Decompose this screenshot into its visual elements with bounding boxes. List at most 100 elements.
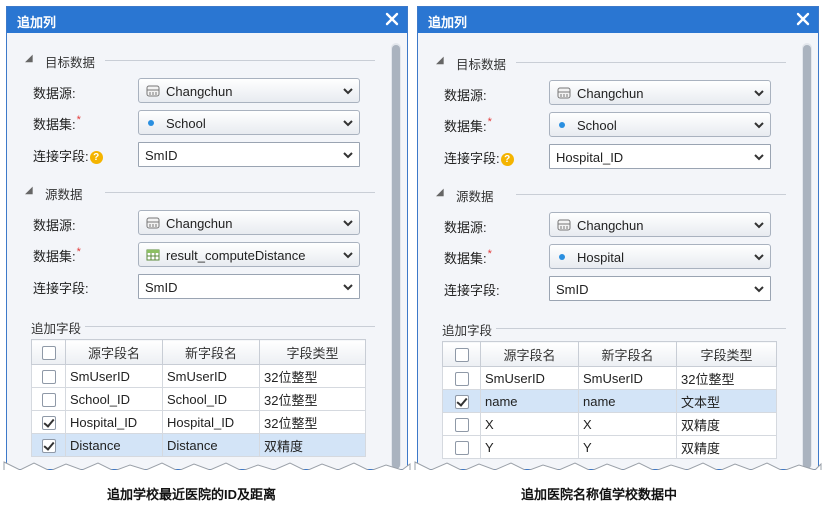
source-datasource-label: 数据源:	[33, 218, 76, 233]
new-field-cell[interactable]: X	[578, 412, 677, 436]
source-field-cell[interactable]: Y	[480, 435, 579, 459]
vertical-scrollbar[interactable]	[802, 43, 812, 469]
source-field-cell[interactable]: Hospital_ID	[65, 410, 163, 434]
collapse-arrow-icon[interactable]: ◢	[436, 187, 444, 198]
row-checkbox[interactable]	[41, 415, 56, 430]
field-type-cell[interactable]: 双精度	[259, 433, 366, 457]
field-type-cell[interactable]: 32位整型	[259, 387, 366, 411]
row-checkbox-cell[interactable]	[442, 389, 481, 413]
row-checkbox-cell[interactable]	[31, 364, 66, 388]
table-row[interactable]: name name 文本型	[442, 389, 777, 413]
new-field-cell[interactable]: Hospital_ID	[162, 410, 260, 434]
target-data-section[interactable]: ◢ 目标数据	[25, 52, 375, 71]
new-field-cell[interactable]: School_ID	[162, 387, 260, 411]
table-row[interactable]: School_ID School_ID 32位整型	[31, 387, 366, 411]
source-field-cell[interactable]: SmUserID	[480, 366, 579, 390]
column-header-field-type[interactable]: 字段类型	[676, 341, 777, 367]
target-join-field-label: 连接字段:?	[33, 146, 103, 165]
select-all-header[interactable]	[442, 341, 481, 367]
row-checkbox-cell[interactable]	[31, 433, 66, 457]
field-type-cell[interactable]: 双精度	[676, 435, 777, 459]
row-checkbox[interactable]	[41, 369, 56, 384]
select-all-header[interactable]	[31, 339, 66, 365]
source-data-section[interactable]: ◢ 源数据	[436, 186, 786, 205]
close-icon[interactable]	[383, 10, 401, 28]
target-data-section[interactable]: ◢ 目标数据	[436, 54, 786, 73]
row-checkbox[interactable]	[454, 440, 469, 455]
source-datasource-combo[interactable]: Changchun	[138, 210, 360, 235]
select-all-checkbox[interactable]	[41, 345, 56, 360]
row-checkbox[interactable]	[41, 392, 56, 407]
required-asterisk: *	[487, 116, 492, 128]
field-type-cell[interactable]: 32位整型	[259, 410, 366, 434]
table-row[interactable]: Y Y 双精度	[442, 435, 777, 459]
source-join-field-label: 连接字段:	[444, 283, 500, 298]
table-row[interactable]: SmUserID SmUserID 32位整型	[31, 364, 366, 388]
row-checkbox[interactable]	[454, 417, 469, 432]
column-header-source-field[interactable]: 源字段名	[65, 339, 163, 365]
source-field-cell[interactable]: X	[480, 412, 579, 436]
new-field-cell[interactable]: SmUserID	[162, 364, 260, 388]
row-checkbox-cell[interactable]	[31, 410, 66, 434]
source-field-cell[interactable]: School_ID	[65, 387, 163, 411]
append-fields-table: 源字段名 新字段名 字段类型 SmUserID SmUserID 32位整型 Scho…	[31, 339, 366, 457]
field-type-cell[interactable]: 双精度	[676, 412, 777, 436]
source-datasource-label: 数据源:	[444, 220, 487, 235]
target-datasource-label: 数据源:	[33, 86, 76, 101]
collapse-arrow-icon[interactable]: ◢	[436, 55, 444, 66]
source-join-field-combo[interactable]: SmID	[138, 274, 360, 299]
caption-left: 追加学校最近医院的ID及距离	[107, 487, 277, 502]
source-data-section[interactable]: ◢ 源数据	[25, 184, 375, 203]
source-datasource-combo[interactable]: Changchun	[549, 212, 771, 237]
target-datasource-combo[interactable]: Changchun	[549, 80, 771, 105]
source-field-cell[interactable]: Distance	[65, 433, 163, 457]
source-dataset-combo[interactable]: result_computeDistance	[138, 242, 360, 267]
collapse-arrow-icon[interactable]: ◢	[25, 53, 33, 64]
help-icon[interactable]: ?	[89, 151, 103, 165]
target-dataset-label: 数据集:*	[33, 114, 81, 132]
field-type-cell[interactable]: 32位整型	[676, 366, 777, 390]
row-checkbox-cell[interactable]	[442, 435, 481, 459]
row-checkbox[interactable]	[41, 438, 56, 453]
collapse-arrow-icon[interactable]: ◢	[25, 185, 33, 196]
new-field-cell[interactable]: Y	[578, 435, 677, 459]
column-header-source-field[interactable]: 源字段名	[480, 341, 579, 367]
row-checkbox[interactable]	[454, 371, 469, 386]
table-row[interactable]: X X 双精度	[442, 412, 777, 436]
new-field-cell[interactable]: name	[578, 389, 677, 413]
select-all-checkbox[interactable]	[454, 347, 469, 362]
vertical-scrollbar[interactable]	[391, 43, 401, 469]
target-dataset-combo[interactable]: School	[138, 110, 360, 135]
target-join-field-combo[interactable]: Hospital_ID	[549, 144, 771, 169]
column-header-new-field[interactable]: 新字段名	[578, 341, 677, 367]
field-type-cell[interactable]: 32位整型	[259, 364, 366, 388]
row-checkbox-cell[interactable]	[442, 412, 481, 436]
field-type-cell[interactable]: 文本型	[676, 389, 777, 413]
table-row[interactable]: SmUserID SmUserID 32位整型	[442, 366, 777, 390]
row-checkbox-cell[interactable]	[442, 366, 481, 390]
append-fields-label: 追加字段	[31, 322, 82, 336]
help-icon[interactable]: ?	[500, 153, 514, 167]
dialog-titlebar: 追加列	[7, 7, 407, 33]
table-row[interactable]: Hospital_ID Hospital_ID 32位整型	[31, 410, 366, 434]
target-dataset-combo[interactable]: School	[549, 112, 771, 137]
row-checkbox[interactable]	[454, 394, 469, 409]
chevron-down-icon	[754, 90, 764, 97]
target-join-field-combo[interactable]: SmID	[138, 142, 360, 167]
source-dataset-combo[interactable]: Hospital	[549, 244, 771, 269]
new-field-cell[interactable]: Distance	[162, 433, 260, 457]
column-header-field-type[interactable]: 字段类型	[259, 339, 366, 365]
new-field-cell[interactable]: SmUserID	[578, 366, 677, 390]
source-field-cell[interactable]: name	[480, 389, 579, 413]
column-header-new-field[interactable]: 新字段名	[162, 339, 260, 365]
combo-value: result_computeDistance	[166, 248, 306, 263]
source-field-cell[interactable]: SmUserID	[65, 364, 163, 388]
scrollbar-thumb[interactable]	[392, 45, 400, 469]
scrollbar-thumb[interactable]	[803, 45, 811, 469]
source-join-field-combo[interactable]: SmID	[549, 276, 771, 301]
close-icon[interactable]	[794, 10, 812, 28]
combo-value: Changchun	[577, 218, 644, 233]
row-checkbox-cell[interactable]	[31, 387, 66, 411]
target-datasource-combo[interactable]: Changchun	[138, 78, 360, 103]
table-row[interactable]: Distance Distance 双精度	[31, 433, 366, 457]
